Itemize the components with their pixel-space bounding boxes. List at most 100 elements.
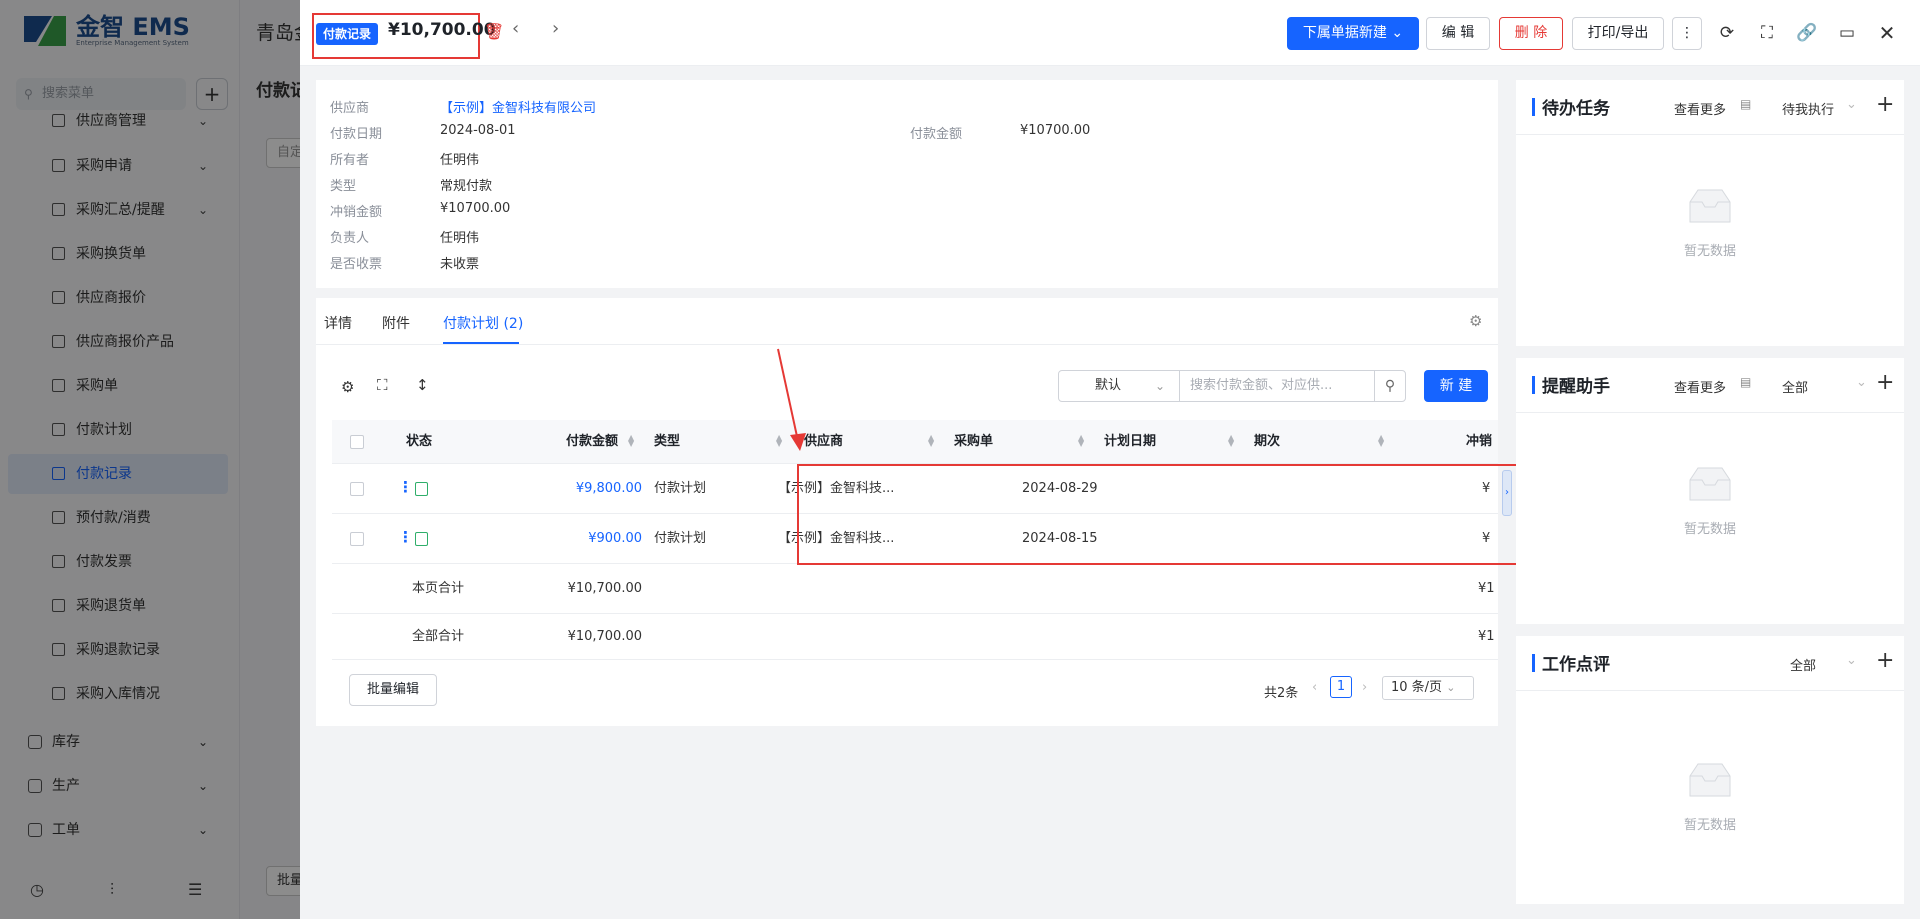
book-icon[interactable]: ▤ <box>1740 375 1751 389</box>
all-total-row: 全部合计 ¥10,700.00 ¥1 <box>332 614 1498 660</box>
detail-drawer: 付款记录 ¥10,700.00 🗑 ‹ › 下属单据新建 ⌄ 编 辑 删 除 打… <box>300 0 1920 919</box>
type-cell: 付款计划 <box>654 531 707 546</box>
add-icon[interactable]: + <box>1876 92 1894 117</box>
column-header-plan-date[interactable]: 计划日期 <box>1104 420 1156 464</box>
all-total-offset: ¥1 <box>1478 629 1495 644</box>
sort-icon[interactable]: ▲ ▼ <box>628 434 634 448</box>
chevron-left-icon[interactable]: ‹ <box>512 18 519 39</box>
empty-text: 暂无数据 <box>1684 522 1737 537</box>
sort-icon[interactable]: ▲ ▼ <box>1378 434 1384 448</box>
drawer-header: 付款记录 ¥10,700.00 🗑 ‹ › 下属单据新建 ⌄ 编 辑 删 除 打… <box>300 0 1920 66</box>
column-header-offset[interactable]: 冲销 <box>1466 420 1498 464</box>
offset-amount-value: ¥10700.00 <box>440 201 511 216</box>
payment-date-value: 2024-08-01 <box>440 123 516 138</box>
reminder-filter[interactable]: 全部 <box>1782 377 1808 396</box>
chevron-down-icon[interactable]: ⌄ <box>1846 97 1857 112</box>
page-total-offset: ¥1 <box>1478 581 1495 596</box>
work-review-filter[interactable]: 全部 <box>1790 655 1816 674</box>
todo-filter[interactable]: 待我执行 <box>1782 99 1834 118</box>
batch-edit-button[interactable]: 批量编辑 <box>349 674 437 706</box>
close-icon[interactable]: ✕ <box>1874 20 1900 46</box>
column-header-amount[interactable]: 付款金额 <box>566 420 618 464</box>
annotation-arrow <box>777 348 806 451</box>
gear-icon[interactable]: ⚙ <box>1469 312 1482 330</box>
row-checkbox[interactable] <box>350 482 364 496</box>
table-header <box>332 420 1498 464</box>
record-amount-title: ¥10,700.00 <box>388 20 496 40</box>
gear-icon[interactable]: ⚙ <box>341 378 354 396</box>
view-select[interactable]: 默认 ⌄ <box>1058 370 1180 402</box>
link-icon[interactable]: 🔗 <box>1794 20 1820 46</box>
invoice-status-value: 未收票 <box>440 257 480 272</box>
all-total-label: 全部合计 <box>412 629 465 644</box>
field-label: 付款金额 <box>910 127 963 142</box>
page-total-value: ¥10,700.00 <box>567 581 642 596</box>
fullscreen-icon[interactable]: ⛶ <box>377 376 388 394</box>
amount-cell[interactable]: ¥900.00 <box>552 531 642 547</box>
tab-payment-plan[interactable]: 付款计划 (2) <box>443 313 523 333</box>
row-height-icon[interactable]: ↕ <box>416 376 429 394</box>
field-label: 冲销金额 <box>330 205 383 220</box>
refresh-icon[interactable]: ⟳ <box>1714 20 1740 46</box>
more-actions-button[interactable]: ⋮ <box>1672 17 1702 50</box>
collapse-panel-handle[interactable]: › <box>1502 470 1512 516</box>
payment-amount-value: ¥10700.00 <box>1020 123 1091 138</box>
new-subordinate-label: 下属单据新建 <box>1302 25 1387 41</box>
page-number[interactable]: 1 <box>1330 676 1352 698</box>
add-icon[interactable]: + <box>1876 648 1894 673</box>
field-label: 所有者 <box>330 153 370 168</box>
fullscreen-icon[interactable]: ⛶ <box>1754 20 1780 46</box>
chevron-down-icon[interactable]: ⌄ <box>1856 375 1867 390</box>
search-icon[interactable]: ⚲ <box>1374 370 1406 402</box>
column-header-status[interactable]: 状态 <box>406 420 432 464</box>
view-select-value: 默认 <box>1095 378 1122 393</box>
new-plan-button[interactable]: 新 建 <box>1424 370 1488 402</box>
supplier-link[interactable]: 【示例】金智科技有限公司 <box>440 97 596 116</box>
tab-details[interactable]: 详情 <box>324 313 352 333</box>
trash-icon[interactable]: 🗑 <box>484 22 504 41</box>
reminder-title: 提醒助手 <box>1542 377 1610 397</box>
empty-text: 暂无数据 <box>1684 818 1737 833</box>
todo-title: 待办任务 <box>1542 99 1610 119</box>
add-icon[interactable]: + <box>1876 370 1894 395</box>
print-export-button[interactable]: 打印/导出 <box>1572 17 1664 50</box>
column-header-period[interactable]: 期次 <box>1254 420 1280 464</box>
laptop-icon[interactable]: ▭ <box>1834 20 1860 46</box>
column-header-order[interactable]: 采购单 <box>954 420 993 464</box>
page-size-select[interactable]: 10 条/页 ⌄ <box>1382 676 1474 700</box>
edit-button[interactable]: 编 辑 <box>1426 17 1490 50</box>
row-more-icon[interactable]: ⋮ <box>398 478 413 496</box>
reminder-view-more[interactable]: 查看更多 <box>1674 377 1726 396</box>
document-icon[interactable] <box>415 532 428 546</box>
new-subordinate-button[interactable]: 下属单据新建 ⌄ <box>1287 17 1419 50</box>
table-search-input[interactable]: 搜索付款金额、对应供... <box>1179 370 1375 402</box>
page-total-row: 本页合计 ¥10,700.00 ¥1 <box>332 564 1498 614</box>
page-size-value: 10 条/页 <box>1391 680 1443 695</box>
amount-cell[interactable]: ¥9,800.00 <box>552 481 642 497</box>
responsible-value: 任明伟 <box>440 231 480 246</box>
field-label: 是否收票 <box>330 257 383 272</box>
row-more-icon[interactable]: ⋮ <box>398 528 413 546</box>
chevron-left-icon[interactable]: ‹ <box>1312 680 1317 695</box>
todo-view-more[interactable]: 查看更多 <box>1674 99 1726 118</box>
column-header-type[interactable]: 类型 <box>654 420 680 464</box>
tab-attachments[interactable]: 附件 <box>382 313 410 333</box>
reminder-card: 提醒助手 查看更多 ▤ 全部 ⌄ + 暂无数据 <box>1516 358 1904 624</box>
chevron-down-icon[interactable]: ⌄ <box>1846 653 1857 668</box>
select-all-checkbox[interactable] <box>350 435 364 449</box>
empty-box-icon <box>1689 763 1731 797</box>
sort-icon[interactable]: ▲ ▼ <box>1078 434 1084 448</box>
tab-divider <box>316 344 1498 345</box>
field-label: 负责人 <box>330 231 370 246</box>
sort-icon[interactable]: ▲ ▼ <box>928 434 934 448</box>
empty-box-icon <box>1689 467 1731 501</box>
book-icon[interactable]: ▤ <box>1740 97 1751 111</box>
todo-card: 待办任务 查看更多 ▤ 待我执行 ⌄ + 暂无数据 <box>1516 80 1904 346</box>
chevron-right-icon[interactable]: › <box>552 18 559 39</box>
row-checkbox[interactable] <box>350 532 364 546</box>
sort-icon[interactable]: ▲ ▼ <box>1228 434 1234 448</box>
document-icon[interactable] <box>415 482 428 496</box>
delete-button[interactable]: 删 除 <box>1499 17 1563 50</box>
owner-value: 任明伟 <box>440 153 480 168</box>
chevron-right-icon[interactable]: › <box>1362 680 1367 695</box>
